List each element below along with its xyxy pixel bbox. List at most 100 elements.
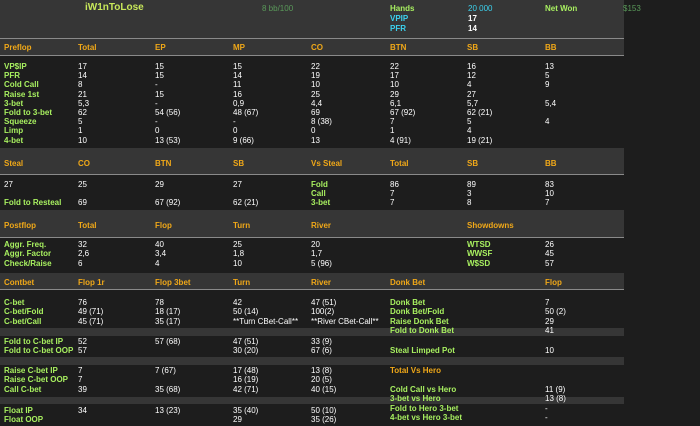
steal-header-4: Vs Steal <box>311 159 343 168</box>
preflop-cell: 15 <box>155 62 164 71</box>
preflop-cell: 13 (53) <box>155 135 181 145</box>
preflop-cell: 5,3 <box>78 98 90 108</box>
contbet-cell: 16 (19) <box>233 375 259 385</box>
contbet-row-label: Float OOP <box>4 415 44 425</box>
contbet-cell: 47 (51) <box>311 298 337 307</box>
contbet-gap-band-2 <box>0 357 624 365</box>
contbet-header-0: Contbet <box>4 278 35 287</box>
steal-cell: 7 <box>545 198 550 208</box>
contbet-cell: 49 (71) <box>78 307 104 317</box>
preflop-cell: 17 <box>390 71 399 81</box>
preflop-cell: 48 (67) <box>233 108 259 117</box>
preflop-cell: 4 <box>545 117 550 127</box>
separator-under-preflop-headers <box>0 55 624 56</box>
vshero-value: - <box>545 412 548 422</box>
preflop-cell: 69 <box>311 108 320 117</box>
vshero-value: 11 (9) <box>545 385 566 394</box>
contbet-cell: 50 (10) <box>311 406 337 415</box>
contbet-cell: 52 <box>78 337 87 346</box>
steal-header-0: Steal <box>4 159 24 168</box>
donkbet-value: 41 <box>545 325 554 335</box>
postflop-row-label: Check/Raise <box>4 258 52 268</box>
steal-header-2: BTN <box>155 159 172 168</box>
postflop-header-2: Flop <box>155 221 172 230</box>
vpip-value: 17 <box>468 14 477 23</box>
player-name: iW1nToLose <box>85 2 144 13</box>
postflop-header-4: River <box>311 221 332 230</box>
postflop-cell: 2,6 <box>78 249 90 259</box>
preflop-cell: 27 <box>467 89 476 99</box>
preflop-header-4: CO <box>311 43 323 52</box>
postflop-row-label: Aggr. Freq. <box>4 240 47 249</box>
donkbet-flop-header: Flop <box>545 278 562 287</box>
preflop-cell: 13 <box>545 62 554 71</box>
separator-under-postflop-headers <box>0 237 624 238</box>
pfr-label: PFR <box>390 24 406 33</box>
preflop-cell: - <box>233 117 236 127</box>
contbet-cell: 35 (40) <box>233 406 259 415</box>
contbet-cell: 67 (6) <box>311 346 332 356</box>
showdowns-header: Showdowns <box>467 221 514 230</box>
preflop-cell: 9 (66) <box>233 135 254 145</box>
separator-under-steal-headers <box>0 174 624 175</box>
contbet-header-1: Flop 1r <box>78 278 105 287</box>
preflop-cell: 10 <box>390 80 399 90</box>
contbet-cell: 50 (14) <box>233 307 259 317</box>
preflop-cell: 62 <box>78 108 87 117</box>
steal-cell: 8 <box>467 198 472 208</box>
donkbet-row-label: Fold to Donk Bet <box>390 325 454 335</box>
preflop-row-label: Cold Call <box>4 80 39 90</box>
preflop-header-2: EP <box>155 43 166 52</box>
preflop-header-6: SB <box>467 43 479 52</box>
separator-under-contbet-headers <box>0 289 624 290</box>
preflop-cell: 62 (21) <box>467 108 493 117</box>
preflop-cell: 9 <box>545 80 550 90</box>
postflop-header-1: Total <box>78 221 97 230</box>
contbet-cell: 20 (5) <box>311 375 332 385</box>
preflop-header-0: Preflop <box>4 43 32 52</box>
contbet-row-label: C-bet <box>4 298 25 307</box>
postflop-cell: 3,4 <box>155 249 167 259</box>
preflop-cell: 15 <box>155 89 164 99</box>
preflop-header-1: Total <box>78 43 97 52</box>
steal-cell: 83 <box>545 180 554 189</box>
preflop-cell: 17 <box>78 62 87 71</box>
vshero-value: - <box>545 403 548 413</box>
contbet-gap-band-1 <box>0 328 624 336</box>
contbet-cell: 17 (48) <box>233 366 259 375</box>
net-won-label: Net Won <box>545 4 578 13</box>
contbet-cell: 35 (68) <box>155 384 181 394</box>
contbet-cell: 13 (8) <box>311 366 332 375</box>
contbet-cell: 34 <box>78 406 87 415</box>
contbet-cell: 35 (17) <box>155 316 181 326</box>
contbet-cell: 13 (23) <box>155 406 181 415</box>
preflop-cell: 29 <box>390 89 399 99</box>
winrate-stakes: 8 bb/100 <box>262 4 294 13</box>
preflop-row-label: PFR <box>4 71 20 81</box>
contbet-cell: 45 (71) <box>78 316 104 326</box>
steal-limped-value: 10 <box>545 346 554 355</box>
preflop-cell: 16 <box>233 89 242 99</box>
donkbet-row-label: Raise Donk Bet <box>390 316 449 326</box>
preflop-cell: 15 <box>155 71 164 81</box>
preflop-cell: 5 <box>467 117 472 127</box>
steal-header-1: CO <box>78 159 90 168</box>
donkbet-row-label: Donk Bet/Fold <box>390 307 445 317</box>
postflop-cell: 40 <box>155 240 164 249</box>
preflop-cell: 0 <box>233 126 238 136</box>
preflop-cell: 4,4 <box>311 98 323 108</box>
showdown-label: WTSD <box>467 240 491 249</box>
preflop-row-label: 3-bet <box>4 98 24 108</box>
showdown-label: W$SD <box>467 258 491 268</box>
postflop-cell: 25 <box>233 240 242 249</box>
steal-cell: 25 <box>78 180 87 189</box>
steal-row-label: Call <box>311 189 326 199</box>
steal-cell: 89 <box>467 180 476 189</box>
preflop-cell: 5,7 <box>467 98 479 108</box>
vshero-value: 13 (8) <box>545 394 566 404</box>
preflop-cell: 0,9 <box>233 98 245 108</box>
steal-cell: 62 (21) <box>233 198 259 208</box>
contbet-cell: 7 <box>78 375 83 385</box>
steal-cell: 7 <box>390 198 395 208</box>
postflop-cell: 4 <box>155 258 160 268</box>
